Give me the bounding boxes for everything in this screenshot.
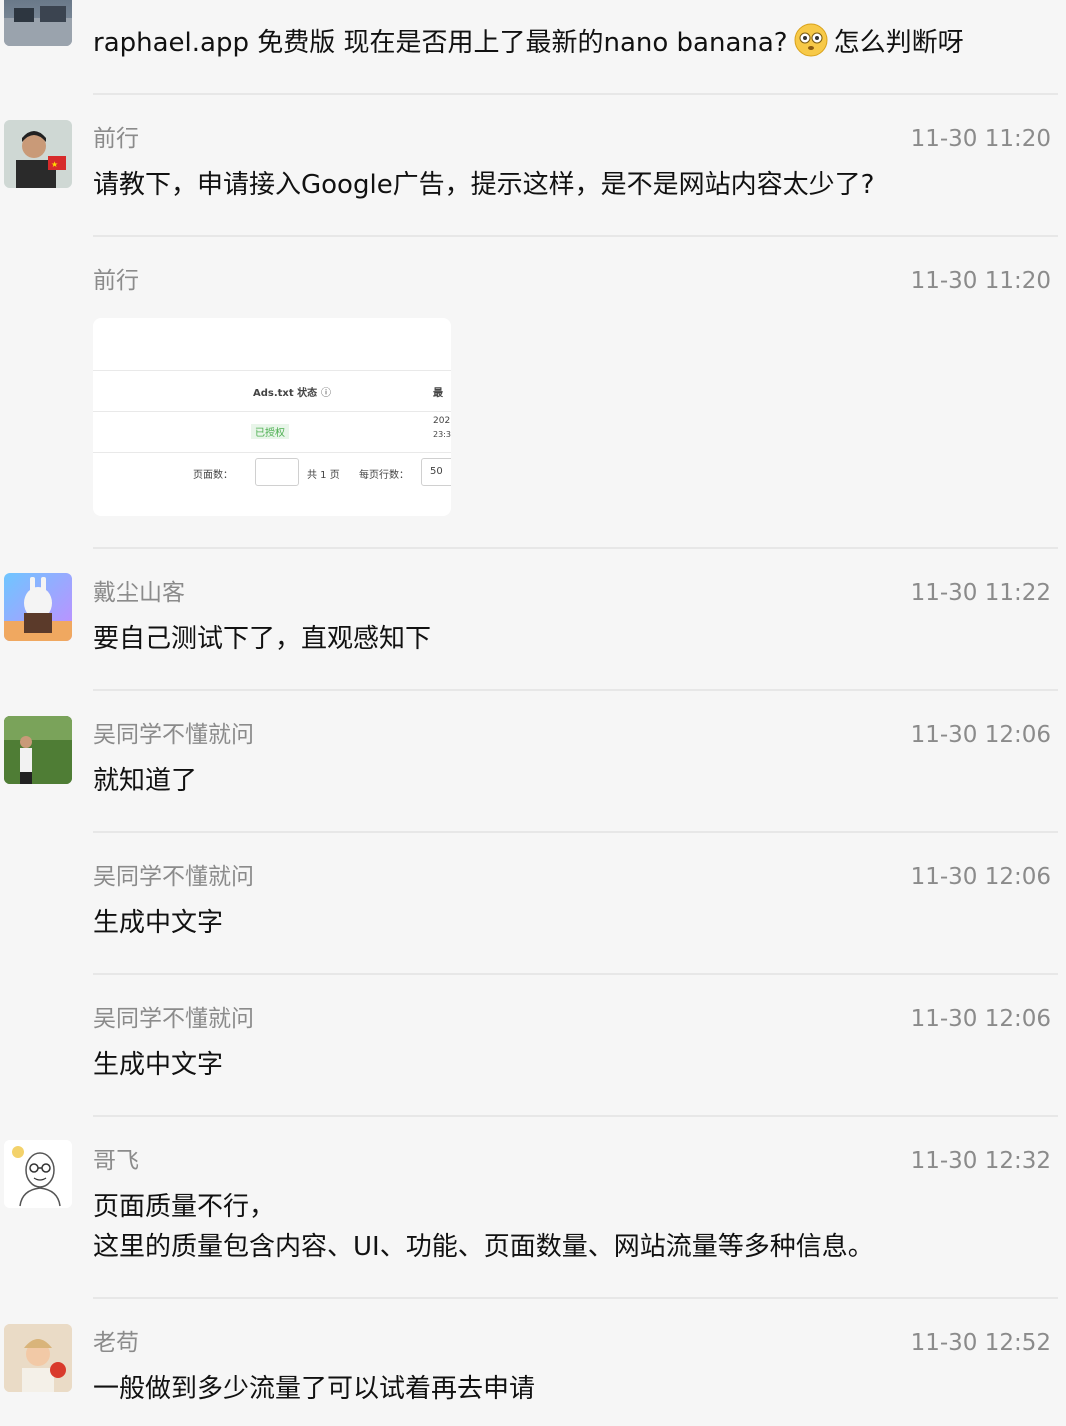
- avatar-photo-icon: [4, 577, 72, 641]
- message-text: 要自己测试下了，直观感知下: [93, 624, 432, 654]
- rows-per-page-value: 50: [430, 466, 443, 477]
- sender-name[interactable]: 戴尘山客: [93, 579, 185, 607]
- sender-name[interactable]: 哥飞: [93, 1147, 139, 1175]
- avatar-photo-icon: [4, 716, 72, 784]
- message-separator: [93, 235, 1058, 237]
- message-text: 这里的质量包含内容、UI、功能、页面数量、网站流量等多种信息。: [93, 1232, 874, 1262]
- message-line: raphael.app 免费版 现在是否用上了最新的nano banana?: [93, 28, 788, 58]
- avatar[interactable]: [4, 716, 72, 784]
- column-header-truncated: 最: [433, 388, 443, 399]
- sender-name[interactable]: 吴同学不懂就问: [93, 863, 254, 891]
- message-time: 11-30 11:20: [910, 126, 1051, 152]
- message-time: 11-30 12:52: [910, 1330, 1051, 1356]
- message-image[interactable]: Ads.txt 状态 ⓘ 最 已授权 202 23:3 页面数： 共 1 页 每…: [93, 318, 451, 516]
- sender-name[interactable]: 吴同学不懂就问: [93, 1005, 254, 1033]
- image-table-header-row: Ads.txt 状态 ⓘ 最: [93, 370, 451, 412]
- message-time: 11-30 12:32: [910, 1148, 1051, 1174]
- rows-per-page-label: 每页行数：: [359, 470, 409, 481]
- message-separator: [93, 547, 1058, 549]
- ads-txt-status-header: Ads.txt 状态: [253, 388, 318, 399]
- message-time: 11-30 11:22: [910, 580, 1051, 606]
- avatar[interactable]: [4, 1324, 72, 1392]
- sender-name[interactable]: 吴同学不懂就问: [93, 721, 254, 749]
- info-icon: ⓘ: [321, 388, 331, 399]
- message-time: 11-30 11:20: [910, 268, 1051, 294]
- pager-total: 共 1 页: [307, 470, 340, 481]
- avatar-cartoon-icon: [4, 1140, 72, 1208]
- message-text: 生成中文字: [93, 1050, 224, 1080]
- avatar[interactable]: [4, 0, 72, 46]
- status-badge: 已授权: [251, 424, 289, 439]
- pager-label: 页面数：: [193, 470, 233, 481]
- avatar[interactable]: [4, 573, 72, 641]
- flushed-face-emoji-icon: [794, 23, 828, 57]
- message-time: 11-30 12:06: [910, 722, 1051, 748]
- message-separator: [93, 1297, 1058, 1299]
- sender-name[interactable]: 前行: [93, 125, 139, 153]
- image-table-data-row: 已授权 202 23:3: [93, 410, 451, 453]
- avatar-photo-icon: [4, 6, 72, 46]
- page-number-input: [255, 458, 299, 486]
- message-text: 请教下，申请接入Google广告，提示这样，是不是网站内容太少了?: [93, 170, 875, 200]
- message-text: 生成中文字: [93, 908, 224, 938]
- message-text: 就知道了: [93, 766, 198, 796]
- avatar-photo-icon: [4, 1324, 72, 1392]
- message-separator: [93, 1115, 1058, 1117]
- message-line: 怎么判断呀: [833, 28, 964, 58]
- message-text: 页面质量不行，: [93, 1192, 276, 1222]
- sender-name[interactable]: 前行: [93, 267, 139, 295]
- message-separator: [93, 973, 1058, 975]
- avatar-photo-icon: ★: [4, 120, 72, 188]
- message-text: 一般做到多少流量了可以试着再去申请: [93, 1374, 536, 1404]
- sender-name[interactable]: 老苟: [93, 1329, 139, 1357]
- svg-text:★: ★: [51, 160, 58, 169]
- date-cell: 202: [433, 416, 451, 426]
- message-time: 11-30 12:06: [910, 864, 1051, 890]
- avatar[interactable]: ★: [4, 120, 72, 188]
- time-cell: 23:3: [433, 430, 451, 439]
- message-time: 11-30 12:06: [910, 1006, 1051, 1032]
- message-separator: [93, 93, 1058, 95]
- message-separator: [93, 831, 1058, 833]
- message-separator: [93, 689, 1058, 691]
- rows-per-page-select: 50: [421, 458, 451, 486]
- avatar[interactable]: [4, 1140, 72, 1208]
- message-text: raphael.app 免费版 现在是否用上了最新的nano banana? 怎么…: [93, 23, 964, 63]
